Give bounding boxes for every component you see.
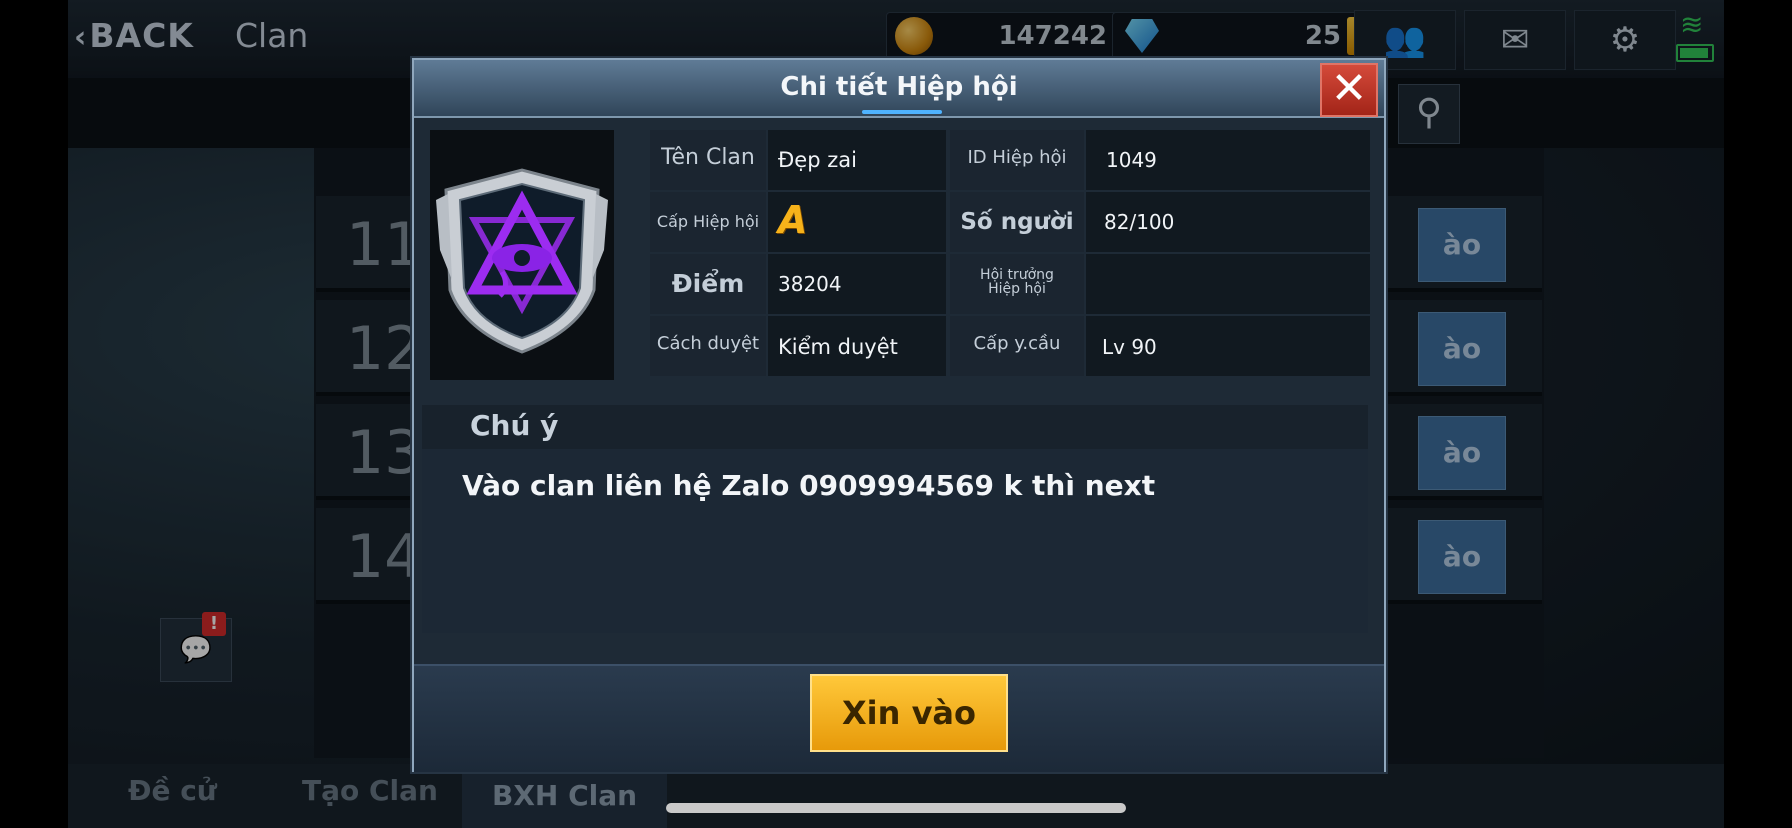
clan-level-value: A [768,192,946,252]
clan-name-value: Đẹp zai [768,130,946,190]
approval-value: Kiểm duyệt [768,316,946,376]
dialog-header: Chi tiết Hiệp hội ✕ [414,60,1384,118]
leader-value [1086,254,1370,314]
member-count-label: Số người [950,192,1084,252]
notice-body: Vào clan liên hệ Zalo 0909994569 k thì n… [422,449,1368,633]
notice-text: Vào clan liên hệ Zalo 0909994569 k thì n… [462,469,1156,502]
clan-info-table: Tên Clan Đẹp zai ID Hiệp hội 1049 Cấp Hi… [650,130,1370,382]
clan-emblem [430,130,614,380]
required-level-value: Lv 90 [1086,316,1370,376]
leader-label: Hội trưởng Hiệp hội [950,254,1084,314]
home-indicator[interactable] [666,803,1126,813]
clan-id-value: 1049 [1086,130,1370,190]
points-label: Điểm [650,254,766,314]
approval-label: Cách duyệt [650,316,766,376]
notice-header: Chú ý [422,405,1368,449]
notice-title: Chú ý [470,409,559,442]
request-join-button[interactable]: Xin vào [810,674,1008,752]
clan-level-label: Cấp Hiệp hội [650,192,766,252]
clan-grade-badge: A [778,198,808,242]
points-value: 38204 [768,254,946,314]
required-level-label: Cấp y.cầu [950,316,1084,376]
clan-name-label: Tên Clan [650,130,766,190]
member-count-value: 82/100 [1086,192,1370,252]
clan-emblem-icon [436,168,608,354]
dialog-footer: Xin vào [414,664,1384,772]
clan-detail-dialog: Chi tiết Hiệp hội ✕ Tên Clan Đẹp zai ID … [412,58,1386,772]
header-accent [862,110,942,114]
dialog-title: Chi tiết Hiệp hội [780,72,1018,102]
close-button[interactable]: ✕ [1320,63,1378,117]
clan-id-label: ID Hiệp hội [950,130,1084,190]
